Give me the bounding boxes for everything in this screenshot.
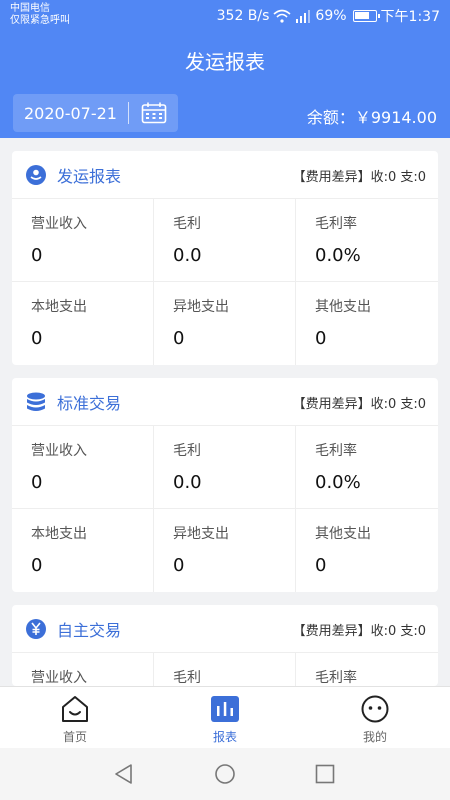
- back-icon[interactable]: [112, 762, 136, 786]
- metric-label: 毛利: [173, 443, 201, 459]
- metric-gross-profit: 毛利: [154, 653, 296, 686]
- tab-report[interactable]: 报表: [150, 687, 300, 748]
- metric-gross-profit: 毛利 0.0: [154, 426, 296, 509]
- metric-local-expense: 本地支出 0: [12, 509, 154, 592]
- carrier-emergency: 仅限紧急呼叫: [10, 15, 70, 26]
- date-picker[interactable]: 2020-07-21: [13, 94, 178, 132]
- tab-home[interactable]: 首页: [0, 687, 150, 748]
- metric-value: 0: [315, 555, 327, 576]
- metric-gross-margin: 毛利率 0.0%: [296, 426, 438, 509]
- metric-label: 毛利: [173, 670, 201, 686]
- metric-label: 毛利率: [315, 670, 357, 686]
- clock-time: 下午1:37: [380, 9, 440, 25]
- home-icon: [62, 696, 88, 722]
- metric-value: 0: [173, 555, 185, 576]
- metric-label: 毛利: [173, 216, 201, 232]
- card-title: 标准交易: [57, 393, 122, 413]
- metric-gross-margin: 毛利率 0.0%: [296, 199, 438, 282]
- metric-label: 营业收入: [31, 670, 87, 686]
- page-title: 发运报表: [185, 50, 265, 74]
- metrics-grid: 营业收入 0 毛利 0.0 毛利率 0.0% 本地支出 0 异地支出 0 其他支出 0: [12, 199, 438, 365]
- tab-label: 首页: [62, 730, 87, 744]
- wifi-icon: [273, 9, 291, 23]
- signal-icon: [296, 9, 311, 23]
- carrier-info: 中国电信 仅限紧急呼叫: [10, 3, 70, 27]
- yen-icon: [26, 618, 46, 639]
- shipping-icon: [26, 164, 46, 185]
- date-value: 2020-07-21: [24, 103, 117, 123]
- bottom-tab-bar: 首页 报表 我的: [0, 686, 450, 748]
- metric-other-expense: 其他支出 0: [296, 282, 438, 365]
- fee-difference: 【费用差异】收:0 支:0: [292, 397, 426, 412]
- metric-label: 其他支出: [315, 299, 371, 315]
- metric-value: 0.0%: [315, 245, 361, 266]
- system-nav-bar: [0, 748, 450, 800]
- metric-value: 0: [315, 328, 327, 349]
- metrics-grid: 营业收入 毛利 毛利率: [12, 653, 438, 686]
- metric-label: 本地支出: [31, 526, 87, 542]
- metric-value: 0: [31, 555, 43, 576]
- card-title: 自主交易: [57, 620, 122, 640]
- metric-gross-margin: 毛利率: [296, 653, 438, 686]
- metric-gross-profit: 毛利 0.0: [154, 199, 296, 282]
- metrics-grid: 营业收入 0 毛利 0.0 毛利率 0.0% 本地支出 0 异地支出 0 其他支出 0: [12, 426, 438, 592]
- card-title: 发运报表: [57, 166, 122, 186]
- metric-label: 异地支出: [173, 299, 229, 315]
- database-icon: [27, 392, 45, 411]
- metric-value: 0: [173, 328, 185, 349]
- calendar-icon[interactable]: [141, 102, 167, 124]
- metric-label: 营业收入: [31, 216, 87, 232]
- report-icon: [211, 696, 239, 722]
- card-header: 自主交易 【费用差异】收:0 支:0: [12, 605, 438, 653]
- card-shipping-report: 发运报表 【费用差异】收:0 支:0 营业收入 0 毛利 0.0 毛利率 0.0% 本…: [12, 151, 438, 365]
- recents-icon[interactable]: [313, 762, 337, 786]
- tab-label: 报表: [212, 730, 237, 744]
- metric-label: 毛利率: [315, 443, 357, 459]
- status-indicators: 352 B/s 69% 下午1:37: [217, 6, 440, 26]
- tab-label: 我的: [362, 730, 387, 744]
- card-header: 标准交易 【费用差异】收:0 支:0: [12, 378, 438, 426]
- metric-label: 其他支出: [315, 526, 371, 542]
- fee-difference: 【费用差异】收:0 支:0: [292, 170, 426, 185]
- metric-value: 0.0%: [315, 472, 361, 493]
- fee-difference: 【费用差异】收:0 支:0: [292, 624, 426, 639]
- metric-label: 营业收入: [31, 443, 87, 459]
- metric-value: 0: [31, 328, 43, 349]
- carrier-name: 中国电信: [10, 3, 50, 14]
- card-header: 发运报表 【费用差异】收:0 支:0: [12, 151, 438, 199]
- metric-remote-expense: 异地支出 0: [154, 509, 296, 592]
- metric-label: 本地支出: [31, 299, 87, 315]
- metric-value: 0.0: [173, 472, 202, 493]
- status-bar: 中国电信 仅限紧急呼叫 352 B/s 69% 下午1:37: [0, 0, 450, 32]
- card-independent-trade: 自主交易 【费用差异】收:0 支:0 营业收入 毛利 毛利率: [12, 605, 438, 686]
- metric-label: 异地支出: [173, 526, 229, 542]
- metric-remote-expense: 异地支出 0: [154, 282, 296, 365]
- home-nav-icon[interactable]: [213, 762, 237, 786]
- metric-revenue: 营业收入 0: [12, 199, 154, 282]
- balance-amount: 余额：￥9914.00: [306, 108, 437, 127]
- metric-value: 0: [31, 472, 43, 493]
- battery-icon: [352, 10, 380, 22]
- header-bar: 中国电信 仅限紧急呼叫 352 B/s 69% 下午1:37 发运报表 2020…: [0, 0, 450, 138]
- metric-revenue: 营业收入 0: [12, 426, 154, 509]
- metric-revenue: 营业收入: [12, 653, 154, 686]
- card-standard-trade: 标准交易 【费用差异】收:0 支:0 营业收入 0 毛利 0.0 毛利率 0.0% 本…: [12, 378, 438, 592]
- metric-value: 0: [31, 245, 43, 266]
- metric-other-expense: 其他支出 0: [296, 509, 438, 592]
- metric-value: 0.0: [173, 245, 202, 266]
- network-speed: 352 B/s: [216, 8, 270, 24]
- profile-icon: [361, 695, 389, 723]
- metric-label: 毛利率: [315, 216, 357, 232]
- battery-percentage: 69%: [315, 8, 347, 24]
- metric-local-expense: 本地支出 0: [12, 282, 154, 365]
- tab-profile[interactable]: 我的: [300, 687, 450, 748]
- date-divider: [128, 102, 129, 124]
